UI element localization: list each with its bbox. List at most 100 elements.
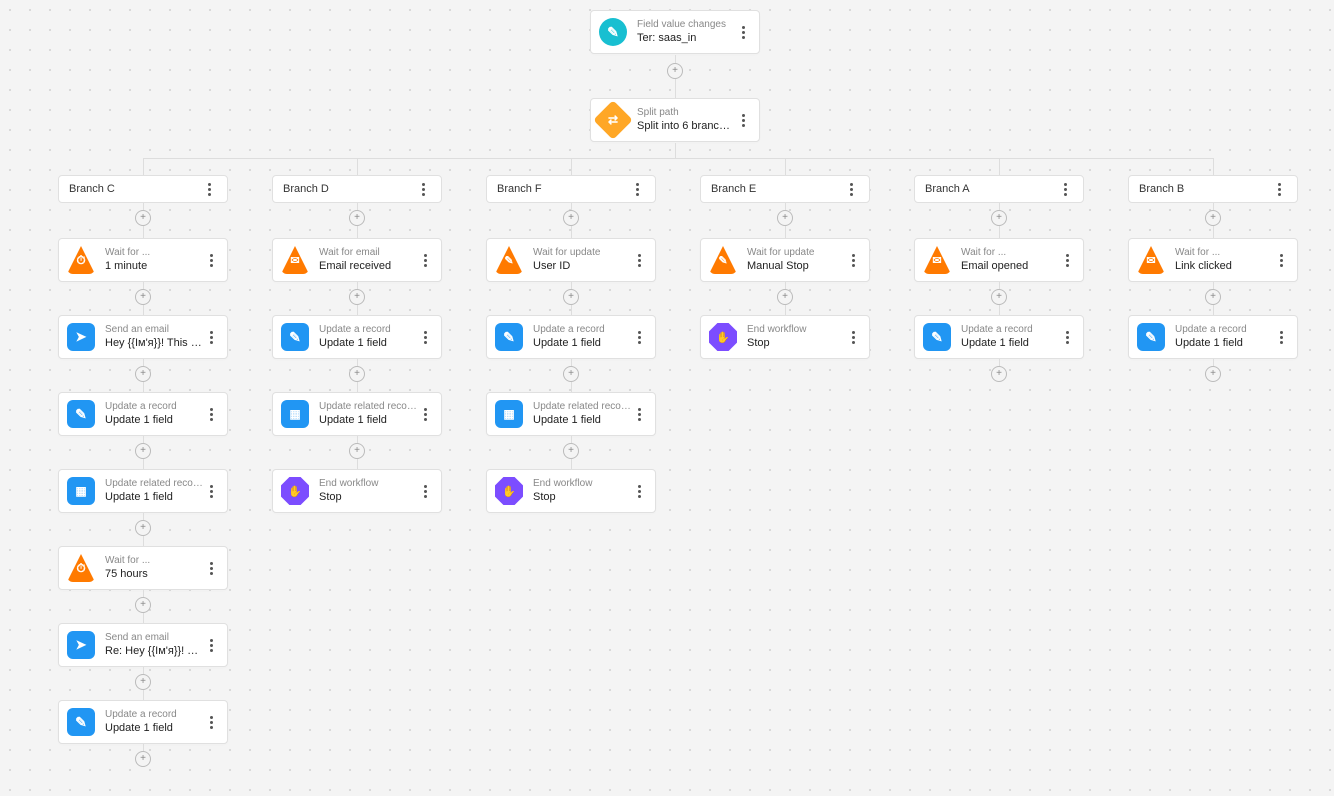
node-menu-button[interactable] bbox=[735, 114, 751, 127]
stop-icon: ✋ bbox=[281, 477, 309, 505]
node-text: Split path Split into 6 branches bbox=[637, 107, 735, 133]
update-record-node[interactable]: ✎ Update a record Update 1 field bbox=[914, 315, 1084, 359]
add-step-button[interactable] bbox=[349, 366, 365, 382]
end-node[interactable]: ✋ End workflow Stop bbox=[272, 469, 442, 513]
update-related-node[interactable]: ▦ Update related records Update 1 field bbox=[486, 392, 656, 436]
node-menu-button[interactable] bbox=[203, 331, 219, 344]
end-node[interactable]: ✋ End workflow Stop bbox=[486, 469, 656, 513]
add-step-button[interactable] bbox=[1205, 366, 1221, 382]
add-step-button[interactable] bbox=[349, 210, 365, 226]
node-menu-button[interactable] bbox=[631, 485, 647, 498]
node-menu-button[interactable] bbox=[417, 331, 433, 344]
update-record-node[interactable]: ✎ Update a record Update 1 field bbox=[58, 392, 228, 436]
add-step-button[interactable] bbox=[563, 210, 579, 226]
add-step-button[interactable] bbox=[563, 443, 579, 459]
update-record-node[interactable]: ✎ Update a record Update 1 field bbox=[58, 700, 228, 744]
node-menu-button[interactable] bbox=[1059, 254, 1075, 267]
add-step-button[interactable] bbox=[1205, 210, 1221, 226]
node-menu-button[interactable] bbox=[1059, 331, 1075, 344]
wait-node[interactable]: ✉ Wait for ... Link clicked bbox=[1128, 238, 1298, 282]
clock-icon: ⏱ bbox=[67, 246, 95, 274]
add-step-button[interactable] bbox=[349, 443, 365, 459]
node-menu-button[interactable] bbox=[203, 485, 219, 498]
node-menu-button[interactable] bbox=[203, 562, 219, 575]
pencil-icon: ✎ bbox=[709, 246, 737, 274]
end-node[interactable]: ✋ End workflow Stop bbox=[700, 315, 870, 359]
wait-node[interactable]: ⏱ Wait for ... 1 minute bbox=[58, 238, 228, 282]
add-step-button[interactable] bbox=[135, 597, 151, 613]
branch-menu-button[interactable] bbox=[629, 183, 645, 196]
pencil-icon: ✎ bbox=[495, 323, 523, 351]
branch-header[interactable]: Branch B bbox=[1128, 175, 1298, 203]
node-menu-button[interactable] bbox=[735, 26, 751, 39]
node-menu-button[interactable] bbox=[203, 716, 219, 729]
pencil-icon: ✎ bbox=[67, 400, 95, 428]
email-node[interactable]: ➤ Send an email Re: Hey {{Ім'я}}! This .… bbox=[58, 623, 228, 667]
node-menu-button[interactable] bbox=[845, 331, 861, 344]
branch-label: Branch C bbox=[69, 183, 115, 195]
branch-header[interactable]: Branch C bbox=[58, 175, 228, 203]
wait-node[interactable]: ✉ Wait for ... Email opened bbox=[914, 238, 1084, 282]
node-menu-button[interactable] bbox=[631, 331, 647, 344]
update-record-node[interactable]: ✎ Update a record Update 1 field bbox=[486, 315, 656, 359]
records-icon: ▦ bbox=[281, 400, 309, 428]
pencil-icon: ✎ bbox=[1137, 323, 1165, 351]
add-step-button[interactable] bbox=[777, 289, 793, 305]
node-menu-button[interactable] bbox=[1273, 254, 1289, 267]
node-text: Field value changes Ter: saas_in bbox=[637, 19, 735, 45]
branch-menu-button[interactable] bbox=[1057, 183, 1073, 196]
link-icon: ✉ bbox=[1137, 246, 1165, 274]
add-step-button[interactable] bbox=[135, 210, 151, 226]
split-node[interactable]: ⇄ Split path Split into 6 branches bbox=[590, 98, 760, 142]
node-menu-button[interactable] bbox=[203, 254, 219, 267]
branch-header[interactable]: Branch D bbox=[272, 175, 442, 203]
node-menu-button[interactable] bbox=[417, 485, 433, 498]
branch-menu-button[interactable] bbox=[201, 183, 217, 196]
add-step-button[interactable] bbox=[135, 520, 151, 536]
trigger-node[interactable]: ✎ Field value changes Ter: saas_in bbox=[590, 10, 760, 54]
split-icon: ⇄ bbox=[593, 100, 633, 140]
add-step-button[interactable] bbox=[991, 210, 1007, 226]
update-related-node[interactable]: ▦ Update related records Update 1 field bbox=[272, 392, 442, 436]
add-step-button[interactable] bbox=[777, 210, 793, 226]
email-node[interactable]: ➤ Send an email Hey {{Ім'я}}! This is t.… bbox=[58, 315, 228, 359]
node-menu-button[interactable] bbox=[631, 408, 647, 421]
branch-header[interactable]: Branch F bbox=[486, 175, 656, 203]
add-step-button[interactable] bbox=[135, 751, 151, 767]
wait-node[interactable]: ✉ Wait for email Email received bbox=[272, 238, 442, 282]
add-step-button[interactable] bbox=[563, 366, 579, 382]
node-menu-button[interactable] bbox=[203, 639, 219, 652]
wait-node[interactable]: ⏱ Wait for ... 75 hours bbox=[58, 546, 228, 590]
node-menu-button[interactable] bbox=[203, 408, 219, 421]
add-step-button[interactable] bbox=[991, 289, 1007, 305]
wait-node[interactable]: ✎ Wait for update Manual Stop bbox=[700, 238, 870, 282]
update-record-node[interactable]: ✎ Update a record Update 1 field bbox=[272, 315, 442, 359]
branch-label: Branch A bbox=[925, 183, 970, 195]
node-menu-button[interactable] bbox=[845, 254, 861, 267]
branch-header[interactable]: Branch E bbox=[700, 175, 870, 203]
pencil-icon: ✎ bbox=[281, 323, 309, 351]
node-menu-button[interactable] bbox=[631, 254, 647, 267]
node-menu-button[interactable] bbox=[1273, 331, 1289, 344]
add-step-button[interactable] bbox=[563, 289, 579, 305]
add-step-button[interactable] bbox=[349, 289, 365, 305]
node-menu-button[interactable] bbox=[417, 408, 433, 421]
node-menu-button[interactable] bbox=[417, 254, 433, 267]
mail-open-icon: ✉ bbox=[923, 246, 951, 274]
update-related-node[interactable]: ▦ Update related records Update 1 field bbox=[58, 469, 228, 513]
add-step-button[interactable] bbox=[991, 366, 1007, 382]
pencil-icon: ✎ bbox=[599, 18, 627, 46]
add-step-button[interactable] bbox=[135, 366, 151, 382]
branch-header[interactable]: Branch A bbox=[914, 175, 1084, 203]
branch-menu-button[interactable] bbox=[843, 183, 859, 196]
wait-node[interactable]: ✎ Wait for update User ID bbox=[486, 238, 656, 282]
branch-menu-button[interactable] bbox=[1271, 183, 1287, 196]
add-step-button[interactable] bbox=[135, 443, 151, 459]
branch-menu-button[interactable] bbox=[415, 183, 431, 196]
add-step-button[interactable] bbox=[135, 289, 151, 305]
add-step-button[interactable] bbox=[1205, 289, 1221, 305]
add-step-button[interactable] bbox=[667, 63, 683, 79]
branch-label: Branch D bbox=[283, 183, 329, 195]
update-record-node[interactable]: ✎ Update a record Update 1 field bbox=[1128, 315, 1298, 359]
add-step-button[interactable] bbox=[135, 674, 151, 690]
